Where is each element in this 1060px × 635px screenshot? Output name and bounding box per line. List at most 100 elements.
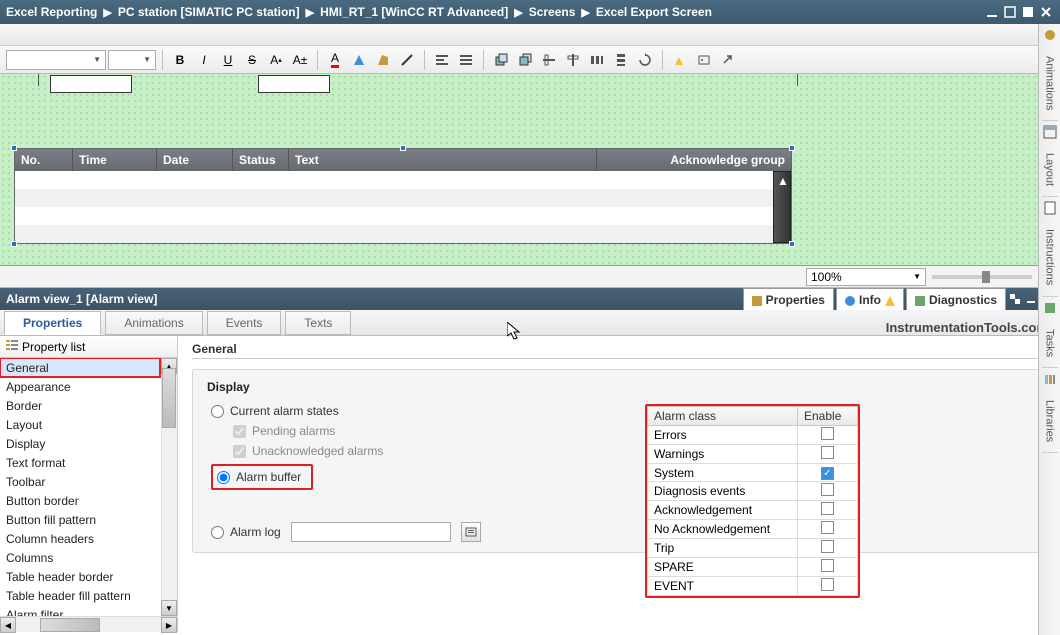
underline-button[interactable]: U	[217, 49, 239, 71]
instructions-vtab[interactable]: Instructions	[1042, 219, 1058, 296]
font-size-combo[interactable]: ▼	[108, 50, 156, 70]
distribute-v-button[interactable]	[610, 49, 632, 71]
alarm-class-row[interactable]: Warnings	[648, 445, 858, 464]
alarm-class-row[interactable]: Trip	[648, 539, 858, 558]
alarm-class-enable-cell[interactable]	[798, 577, 858, 596]
alarm-class-row[interactable]: Errors	[648, 426, 858, 445]
checkbox-icon[interactable]	[821, 502, 834, 515]
tasks-vtab[interactable]: Tasks	[1042, 319, 1058, 368]
libraries-vtab[interactable]: Libraries	[1042, 390, 1058, 453]
align-left-button[interactable]	[431, 49, 453, 71]
properties-pane-tab[interactable]: Properties	[743, 288, 834, 310]
panel-float-button[interactable]	[1008, 292, 1022, 306]
proplist-item-layout[interactable]: Layout	[0, 415, 160, 434]
instructions-vtab-icon[interactable]	[1043, 201, 1057, 215]
scroll-left-icon[interactable]: ◀	[0, 617, 16, 633]
proplist-item-table-header-border[interactable]: Table header border	[0, 567, 160, 586]
proplist-item-table-header-fill-pattern[interactable]: Table header fill pattern	[0, 586, 160, 605]
layout-vtab[interactable]: Layout	[1042, 143, 1058, 197]
alarm-class-enable-cell[interactable]	[798, 426, 858, 445]
io-field-1[interactable]	[50, 75, 132, 93]
restore-button[interactable]	[1002, 4, 1018, 20]
col-alarm-class[interactable]: Alarm class	[648, 407, 798, 426]
radio-alarm-log[interactable]: Alarm log	[211, 525, 281, 539]
alarm-class-row[interactable]: EVENT	[648, 577, 858, 596]
proplist-hscroll[interactable]: ◀ ▶	[0, 616, 177, 632]
maximize-button[interactable]	[1020, 4, 1036, 20]
col-enable[interactable]: Enable	[798, 407, 858, 426]
proplist-item-button-fill-pattern[interactable]: Button fill pattern	[0, 510, 160, 529]
zoom-combo[interactable]: 100%▼	[806, 268, 926, 286]
checkbox-icon[interactable]	[821, 467, 834, 480]
crumb-2[interactable]: HMI_RT_1 [WinCC RT Advanced]	[320, 5, 508, 19]
scroll-thumb-h[interactable]	[40, 618, 100, 632]
panel-minimize-button[interactable]	[1024, 292, 1038, 306]
alarm-class-enable-cell[interactable]	[798, 445, 858, 464]
bring-front-button[interactable]	[490, 49, 512, 71]
radio-current-alarm-states[interactable]: Current alarm states	[211, 404, 1031, 418]
bold-button[interactable]: B	[169, 49, 191, 71]
proplist-item-columns[interactable]: Columns	[0, 548, 160, 567]
alarm-class-enable-cell[interactable]	[798, 501, 858, 520]
scroll-right-icon[interactable]: ▶	[161, 617, 177, 633]
align-dropdown-button[interactable]	[455, 49, 477, 71]
text-format-button[interactable]: A±	[289, 49, 311, 71]
align-h-button[interactable]	[538, 49, 560, 71]
crumb-4[interactable]: Excel Export Screen	[596, 5, 712, 19]
animations-vtab-icon[interactable]	[1043, 28, 1057, 42]
alarm-log-browse-button[interactable]	[461, 522, 481, 542]
tab-texts[interactable]: Texts	[285, 311, 351, 335]
proplist-item-toolbar[interactable]: Toolbar	[0, 472, 160, 491]
io-field-2[interactable]	[258, 75, 330, 93]
alarm-class-enable-cell[interactable]	[798, 558, 858, 577]
align-v-button[interactable]	[562, 49, 584, 71]
proplist-item-text-format[interactable]: Text format	[0, 453, 160, 472]
font-family-combo[interactable]: ▼	[6, 50, 106, 70]
minimize-button[interactable]	[984, 4, 1000, 20]
zoom-slider[interactable]	[932, 275, 1032, 279]
screen-editor[interactable]: No. Time Date Status Text Acknowledge gr…	[0, 74, 1060, 266]
close-button[interactable]	[1038, 4, 1054, 20]
tab-properties[interactable]: Properties	[4, 311, 101, 335]
checkbox-icon[interactable]	[821, 540, 834, 553]
alarm-class-row[interactable]: No Acknowledgement	[648, 520, 858, 539]
italic-button[interactable]: I	[193, 49, 215, 71]
tasks-vtab-icon[interactable]	[1043, 301, 1057, 315]
crumb-3[interactable]: Screens	[529, 5, 576, 19]
scroll-thumb[interactable]	[162, 368, 176, 428]
proplist-vscroll[interactable]: ▲ ▼	[161, 358, 177, 616]
tab-events[interactable]: Events	[207, 311, 282, 335]
proplist-item-column-headers[interactable]: Column headers	[0, 529, 160, 548]
checkbox-icon[interactable]	[821, 483, 834, 496]
alarm-class-row[interactable]: Acknowledgement	[648, 501, 858, 520]
superscript-button[interactable]: A▴	[265, 49, 287, 71]
links-button[interactable]	[717, 49, 739, 71]
checkbox-icon[interactable]	[821, 521, 834, 534]
highlight-tool-button[interactable]	[669, 49, 691, 71]
fill-color-button[interactable]	[372, 49, 394, 71]
strikethrough-button[interactable]: S	[241, 49, 263, 71]
libraries-vtab-icon[interactable]	[1043, 372, 1057, 386]
proplist-item-alarm-filter[interactable]: Alarm filter	[0, 605, 160, 616]
distribute-h-button[interactable]	[586, 49, 608, 71]
checkbox-icon[interactable]	[821, 578, 834, 591]
rotate-button[interactable]	[634, 49, 656, 71]
checkbox-icon[interactable]	[821, 559, 834, 572]
tab-animations[interactable]: Animations	[105, 311, 202, 335]
line-color-button[interactable]	[396, 49, 418, 71]
alarm-scrollbar[interactable]: ▲	[773, 171, 791, 243]
alarm-class-enable-cell[interactable]	[798, 482, 858, 501]
highlight-button[interactable]	[348, 49, 370, 71]
info-pane-tab[interactable]: Info	[836, 288, 904, 310]
layout-vtab-icon[interactable]	[1043, 125, 1057, 139]
font-color-button[interactable]: A	[324, 49, 346, 71]
animations-vtab[interactable]: Animations	[1042, 46, 1058, 121]
alarm-class-row[interactable]: Diagnosis events	[648, 482, 858, 501]
alarm-log-field[interactable]	[291, 522, 451, 542]
diagnostics-pane-tab[interactable]: Diagnostics	[906, 288, 1006, 310]
crumb-0[interactable]: Excel Reporting	[6, 5, 97, 19]
proplist-item-appearance[interactable]: Appearance	[0, 377, 160, 396]
tag-button[interactable]	[693, 49, 715, 71]
checkbox-icon[interactable]	[821, 427, 834, 440]
alarm-class-row[interactable]: System	[648, 464, 858, 482]
